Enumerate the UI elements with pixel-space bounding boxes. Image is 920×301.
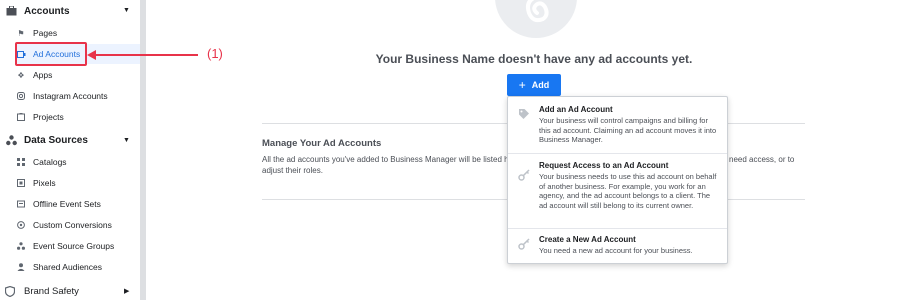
menu-item-title: Add an Ad Account [539,105,613,114]
sidebar-item-event-source-groups[interactable]: Event Source Groups [16,236,140,256]
flag-icon: ⚑ [17,28,25,38]
key-icon [518,238,530,253]
offline-events-icon [16,199,26,209]
event-groups-icon [16,241,26,251]
menu-item-title: Create a New Ad Account [539,235,636,244]
key-icon [518,169,530,184]
accounts-header-label: Accounts [24,5,70,17]
sidebar-item-pixels[interactable]: Pixels [16,173,140,193]
menu-item-create-ad-account[interactable]: Create a New Ad Account You need a new a… [508,228,727,264]
plus-icon: + [518,78,526,92]
sidebar-item-apps[interactable]: ❖ Apps [16,65,140,85]
menu-item-description: Your business will control campaigns and… [539,116,717,144]
empty-state-headline: Your Business Name doesn't have any ad a… [375,52,693,66]
projects-icon [16,112,26,122]
custom-conversions-icon [16,220,26,230]
audiences-icon [16,262,26,272]
sidebar-item-label: Catalogs [33,157,67,167]
tag-icon [518,108,530,123]
menu-item-description: You need a new ad account for your busin… [539,246,693,255]
manage-section-description-end: need access, or to [729,155,795,164]
sidebar-scrollbar[interactable] [140,0,146,300]
apps-icon: ❖ [17,70,25,80]
brand-safety-label: Brand Safety [24,285,79,297]
sidebar-item-label: Event Source Groups [33,241,115,251]
empty-state-illustration [495,0,577,38]
data-sources-header-label: Data Sources [24,134,88,146]
chevron-down-icon[interactable]: ▼ [123,7,130,14]
add-button[interactable]: + Add [507,74,561,96]
sidebar-item-catalogs[interactable]: Catalogs [16,152,140,172]
shield-icon [5,285,18,297]
chevron-down-icon[interactable]: ▼ [123,137,130,144]
sidebar-item-label: Instagram Accounts [33,91,108,101]
data-sources-header[interactable]: Data Sources [5,130,88,150]
sidebar-item-label: Shared Audiences [33,262,102,272]
briefcase-icon [5,5,18,18]
instagram-icon [16,91,26,101]
brand-safety-header[interactable]: Brand Safety [5,281,79,301]
annotation-label: (1) [207,46,223,61]
sidebar-item-label: Apps [33,70,53,80]
sidebar-item-projects[interactable]: Projects [16,107,140,127]
annotation-highlight-box [15,42,87,66]
menu-item-description: Your business needs to use this ad accou… [539,172,717,210]
pixel-icon [16,178,26,188]
accounts-header[interactable]: Accounts [5,1,70,21]
sidebar-item-instagram-accounts[interactable]: Instagram Accounts [16,86,140,106]
menu-item-title: Request Access to an Ad Account [539,161,669,170]
manage-section-title: Manage Your Ad Accounts [262,138,382,149]
add-button-label: Add [531,80,550,90]
sidebar-item-custom-conversions[interactable]: Custom Conversions [16,215,140,235]
sidebar-item-label: Offline Event Sets [33,199,101,209]
sidebar-item-label: Pages [33,28,58,38]
annotation-arrow-line [94,54,198,56]
add-dropdown-menu: Add an Ad Account Your business will con… [507,96,728,264]
sidebar-item-label: Custom Conversions [33,220,112,230]
sidebar-item-pages[interactable]: ⚑ Pages [16,23,140,43]
menu-item-add-ad-account[interactable]: Add an Ad Account Your business will con… [508,97,727,152]
data-sources-icon [5,134,18,147]
catalog-icon [16,157,26,167]
menu-item-request-access[interactable]: Request Access to an Ad Account Your bus… [508,153,727,227]
manage-section-description: All the ad accounts you've added to Busi… [262,155,507,164]
sidebar-item-offline-event-sets[interactable]: Offline Event Sets [16,194,140,214]
manage-section-description-line2: adjust their roles. [262,166,323,175]
sidebar-item-shared-audiences[interactable]: Shared Audiences [16,257,140,277]
sidebar-item-label: Pixels [33,178,56,188]
sidebar-item-label: Projects [33,112,64,122]
chevron-right-icon[interactable]: ▶ [124,287,129,295]
